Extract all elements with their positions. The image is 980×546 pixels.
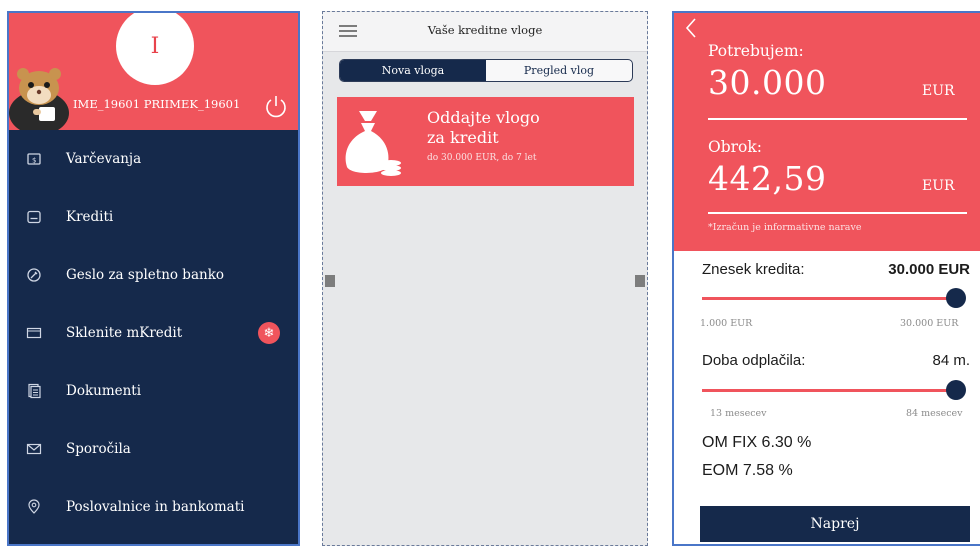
menu-item-mcredit[interactable]: Sklenite mKredit ❄ [9,304,298,362]
password-icon [27,268,41,282]
mcredit-icon [26,327,42,339]
resize-handle-right[interactable] [635,275,645,287]
side-menu-screen: I IME_19601 PRIIMEK_19601 $ Varčevanja K… [7,11,300,546]
user-name: IME_19601 PRIIMEK_19601 [73,97,241,111]
envelope-icon [26,443,42,455]
installment-value: 442,59 [708,159,827,198]
documents-icon [28,383,41,399]
om-fix-rate: OM FIX 6.30 % [702,434,812,451]
card-title-line1: Oddajte vlogo [427,108,540,127]
need-currency: EUR [922,83,955,99]
loan-amount-slider-handle[interactable] [946,288,966,308]
tab-switcher: Nova vloga Pregled vlog [339,59,633,82]
top-bar: Vaše kreditne vloge [323,12,647,52]
avatar[interactable]: I [116,13,194,85]
installment-currency: EUR [922,178,955,194]
loan-requests-screen: Vaše kreditne vloge Nova vloga Pregled v… [322,11,648,546]
menu-item-label: Sporočila [66,441,131,457]
money-bag-icon [345,111,401,176]
snowflake-badge-icon: ❄ [258,322,280,344]
repayment-term-value: 84 m. [932,352,970,369]
next-button[interactable]: Naprej [700,506,970,542]
loan-amount-min: 1.000 EUR [700,318,753,329]
divider [708,118,967,120]
need-value: 30.000 [708,63,827,102]
menu-item-messages[interactable]: Sporočila [9,420,298,478]
menu-item-credits[interactable]: Krediti [9,188,298,246]
menu-item-password[interactable]: Geslo za spletno banko [9,246,298,304]
calculator-header: Potrebujem: 30.000 EUR Obrok: 442,59 EUR… [674,13,980,251]
loan-amount-value: 30.000 EUR [888,261,970,278]
repayment-term-min: 13 mesecev [710,408,767,419]
repayment-term-max: 84 mesecev [906,408,963,419]
need-label: Potrebujem: [708,42,804,60]
menu-item-label: Sklenite mKredit [66,325,183,341]
loan-amount-max: 30.000 EUR [900,318,959,329]
card-title-line2: za kredit [427,128,499,147]
tab-new-request[interactable]: Nova vloga [340,60,486,81]
informative-note: *Izračun je informativne narave [708,222,862,233]
repayment-term-row: Doba odplačila: 84 m. [702,352,970,369]
svg-text:$: $ [32,157,36,165]
profile-header: I IME_19601 PRIIMEK_19601 [9,13,298,130]
menu-item-label: Krediti [66,209,114,225]
repayment-term-slider-track[interactable] [702,389,956,392]
loan-calculator-screen: Potrebujem: 30.000 EUR Obrok: 442,59 EUR… [672,11,980,546]
back-arrow-icon[interactable] [684,17,698,39]
repayment-term-slider-handle[interactable] [946,380,966,400]
hamster-mascot-icon [9,68,69,130]
menu-item-label: Varčevanja [66,151,142,167]
main-menu: $ Varčevanja Krediti Geslo za spletno ba… [9,130,298,536]
divider [708,212,967,214]
repayment-term-label: Doba odplačila: [702,352,806,369]
new-loan-request-card[interactable]: Oddajte vlogo za kredit do 30.000 EUR, d… [337,97,634,186]
tab-requests-overview[interactable]: Pregled vlog [486,60,632,81]
resize-handle-left[interactable] [325,275,335,287]
card-subtitle: do 30.000 EUR, do 7 let [427,153,537,163]
menu-item-documents[interactable]: Dokumenti [9,362,298,420]
menu-item-savings[interactable]: $ Varčevanja [9,130,298,188]
loan-amount-row: Znesek kredita: 30.000 EUR [702,261,970,278]
credit-icon [27,210,41,224]
eom-rate: EOM 7.58 % [702,462,793,479]
loan-amount-slider-track[interactable] [702,297,956,300]
menu-item-label: Geslo za spletno banko [66,267,224,283]
menu-item-branches[interactable]: Poslovalnice in bankomati [9,478,298,536]
menu-item-label: Poslovalnice in bankomati [66,499,245,515]
loan-amount-label: Znesek kredita: [702,261,805,278]
page-title: Vaše kreditne vloge [427,23,543,37]
savings-icon: $ [27,153,41,165]
location-icon [28,499,40,514]
installment-label: Obrok: [708,138,762,156]
power-icon[interactable] [263,93,289,119]
menu-item-label: Dokumenti [66,383,142,399]
